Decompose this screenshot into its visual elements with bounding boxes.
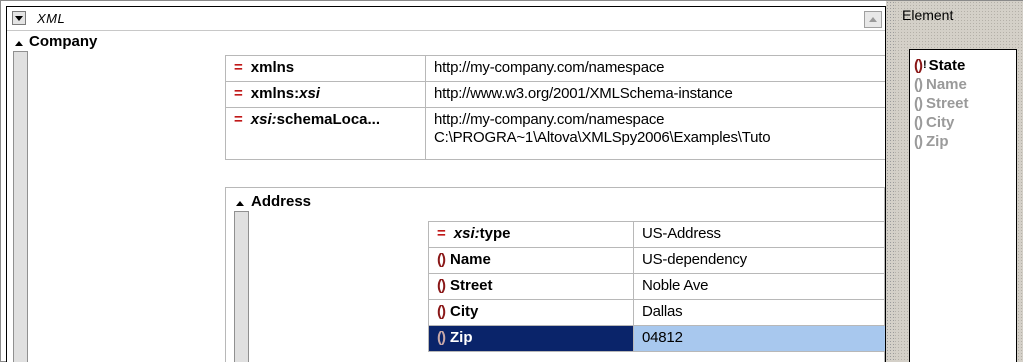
element-list-item[interactable]: () Street — [914, 94, 1016, 113]
address-children-table: = xsi:type US-Address () Name US-dependenc… — [428, 221, 885, 352]
element-name-cell[interactable]: () Street — [428, 273, 634, 300]
element-value-cell[interactable]: US-dependency — [633, 247, 885, 274]
element-name-cell[interactable]: () Zip — [428, 325, 634, 352]
triangle-down-icon — [15, 15, 23, 21]
element-list-item[interactable]: () City — [914, 113, 1016, 132]
element-braces-icon: () — [437, 329, 446, 346]
element-braces-icon: () — [914, 114, 923, 131]
address-collapse-bar[interactable] — [234, 211, 249, 362]
scroll-up-button[interactable] — [864, 11, 882, 28]
element-braces-icon: () — [437, 251, 446, 268]
element-value-cell[interactable]: Noble Ave — [633, 273, 885, 300]
menu-dropdown-button[interactable] — [12, 11, 26, 25]
xml-editor-window: XML Company = xmlns http://my-company.com… — [0, 0, 1023, 362]
attribute-icon: = — [234, 111, 243, 128]
grid-view: XML Company = xmlns http://my-company.com… — [6, 6, 886, 362]
element-braces-icon: () — [914, 95, 923, 112]
attribute-icon: = — [234, 85, 243, 102]
element-braces-icon: () — [914, 57, 923, 74]
table-row[interactable]: () City Dallas — [428, 299, 885, 326]
table-row[interactable]: = xsi:schemaLoca... http://my-company.com… — [225, 107, 885, 160]
attribute-name-cell[interactable]: = xmlns:xsi — [225, 81, 426, 108]
attribute-name-cell[interactable]: = xmlns — [225, 55, 426, 82]
grid-title-bar: XML — [7, 7, 885, 31]
element-braces-icon: () — [914, 76, 923, 93]
required-marker-icon: ! — [923, 59, 927, 71]
pane-splitter[interactable] — [886, 1, 894, 362]
element-name-cell[interactable]: () City — [428, 299, 634, 326]
triangle-up-icon — [235, 201, 244, 206]
element-pane-title: Element — [902, 7, 954, 23]
triangle-up-icon — [14, 41, 23, 46]
document-title: XML — [37, 11, 66, 26]
attribute-name-cell[interactable]: = xsi:schemaLoca... — [225, 107, 426, 160]
element-braces-icon: () — [914, 133, 923, 150]
attribute-value-cell[interactable]: US-Address — [633, 221, 885, 248]
element-list-item[interactable]: () Name — [914, 75, 1016, 94]
element-braces-icon: () — [437, 277, 446, 294]
collapse-company-button[interactable] — [12, 37, 25, 50]
element-list-item[interactable]: ()! State — [914, 56, 1016, 75]
attribute-value-cell[interactable]: http://my-company.com/namespace C:\PROGRA… — [425, 107, 885, 160]
table-row-selected[interactable]: () Zip 04812 — [428, 325, 885, 352]
element-company-label[interactable]: Company — [29, 33, 97, 50]
table-row[interactable]: () Street Noble Ave — [428, 273, 885, 300]
attribute-name-cell[interactable]: = xsi:type — [428, 221, 634, 248]
attribute-icon: = — [234, 59, 243, 76]
element-value-cell[interactable]: Dallas — [633, 299, 885, 326]
triangle-up-icon — [869, 17, 877, 22]
element-list-item[interactable]: () Zip — [914, 132, 1016, 151]
element-value-cell[interactable]: 04812 — [633, 325, 885, 352]
table-row[interactable]: = xmlns:xsi http://www.w3.org/2001/XMLSch… — [225, 81, 885, 108]
table-row[interactable]: = xmlns http://my-company.com/namespace — [225, 55, 885, 82]
company-attributes-table: = xmlns http://my-company.com/namespace =… — [225, 55, 885, 160]
element-name-cell[interactable]: () Name — [428, 247, 634, 274]
attribute-value-cell[interactable]: http://my-company.com/namespace — [425, 55, 885, 82]
element-address-label[interactable]: Address — [251, 193, 311, 210]
collapse-address-button[interactable] — [233, 197, 246, 210]
table-row[interactable]: () Name US-dependency — [428, 247, 885, 274]
element-list: ()! State () Name () Street () City () Zip — [909, 49, 1017, 362]
element-entry-helper: Element ()! State () Name () Street () City … — [894, 1, 1023, 362]
element-braces-icon: () — [437, 303, 446, 320]
table-row[interactable]: = xsi:type US-Address — [428, 221, 885, 248]
company-collapse-bar[interactable] — [13, 51, 28, 362]
attribute-value-cell[interactable]: http://www.w3.org/2001/XMLSchema-instanc… — [425, 81, 885, 108]
attribute-icon: = — [437, 225, 446, 242]
